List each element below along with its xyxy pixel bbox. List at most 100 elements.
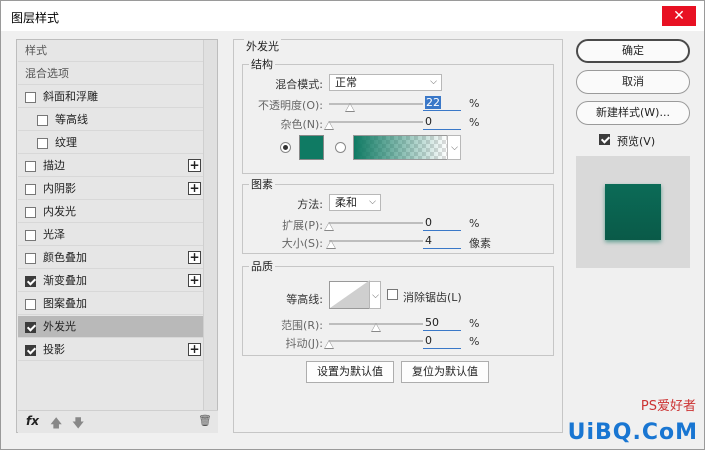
jitter-input[interactable]: 0 (423, 333, 461, 349)
style-item-label: 等高线 (55, 113, 88, 126)
style-item[interactable]: 颜色叠加 + (18, 247, 204, 269)
style-item[interactable]: 等高线 (18, 109, 204, 131)
noise-unit: % (469, 116, 480, 129)
contour-label: 等高线: (286, 293, 323, 306)
antialias-checkbox[interactable] (387, 289, 398, 300)
noise-input[interactable]: 0 (423, 114, 461, 130)
style-checkbox[interactable] (37, 138, 48, 149)
size-slider-thumb[interactable] (325, 240, 336, 249)
structure-title: 结构 (249, 56, 275, 72)
style-item-label: 混合选项 (25, 67, 69, 80)
spread-input[interactable]: 0 (423, 215, 461, 231)
style-item[interactable]: 样式 (18, 40, 204, 62)
style-item[interactable]: 图案叠加 (18, 293, 204, 315)
layer-style-dialog: 图层样式 ✕ 样式 混合选项 斜面和浮雕 等高线 纹理 描边 + 内阴影 + 内发光 光泽 颜色叠加 +… (0, 0, 705, 450)
style-item[interactable]: 投影 + (18, 339, 204, 361)
noise-slider-track[interactable] (329, 121, 423, 123)
style-checkbox[interactable] (25, 345, 36, 356)
spread-label: 扩展(P): (282, 219, 323, 232)
style-checkbox[interactable] (25, 230, 36, 241)
size-unit: 像素 (469, 237, 491, 250)
gradient-radio[interactable] (335, 142, 346, 153)
style-checkbox[interactable] (25, 184, 36, 195)
size-input[interactable]: 4 (423, 233, 461, 249)
style-item-label: 光泽 (43, 228, 65, 241)
style-item[interactable]: 斜面和浮雕 (18, 86, 204, 108)
preview-checkbox[interactable] (599, 134, 610, 145)
style-list-scrollbar[interactable] (203, 40, 217, 410)
style-checkbox[interactable] (25, 92, 36, 103)
spread-slider-thumb[interactable] (324, 222, 334, 231)
style-item-label: 颜色叠加 (43, 251, 87, 264)
solid-color-radio[interactable] (280, 142, 291, 153)
close-button[interactable]: ✕ (662, 6, 696, 26)
contour-dropdown[interactable]: ⌵ (369, 281, 381, 309)
method-value: 柔和 (335, 196, 357, 209)
method-select[interactable]: 柔和 ⌵ (329, 194, 381, 211)
new-style-button[interactable]: 新建样式(W)... (576, 101, 690, 125)
glow-gradient-picker[interactable] (353, 135, 448, 160)
style-item-label: 斜面和浮雕 (43, 90, 98, 103)
reset-default-button[interactable]: 复位为默认值 (401, 361, 489, 383)
style-checkbox[interactable] (25, 161, 36, 172)
method-label: 方法: (297, 198, 323, 211)
jitter-slider-thumb[interactable] (324, 340, 334, 349)
move-up-icon[interactable]: 🡅 (50, 414, 62, 435)
elements-title: 图素 (249, 176, 275, 192)
add-icon[interactable]: + (188, 274, 201, 287)
style-checkbox[interactable] (25, 322, 36, 333)
structure-group: 结构 混合模式: 正常 ⌵ 不透明度(O): 22 % 杂色(N): 0 % ⌵ (242, 56, 554, 174)
style-item-label: 外发光 (43, 320, 76, 333)
style-item[interactable]: 描边 + (18, 155, 204, 177)
style-checkbox[interactable] (25, 253, 36, 264)
glow-color-swatch[interactable] (299, 135, 324, 160)
panel-title: 外发光 (244, 38, 281, 54)
range-input[interactable]: 50 (423, 315, 461, 331)
watermark-logo: UiBQ.CoM (567, 420, 698, 445)
add-icon[interactable]: + (188, 182, 201, 195)
chevron-down-icon: ⌵ (372, 291, 379, 301)
style-item[interactable]: 纹理 (18, 132, 204, 154)
style-list-panel: 样式 混合选项 斜面和浮雕 等高线 纹理 描边 + 内阴影 + 内发光 光泽 颜色叠加 + 渐变叠加 + 图案… (16, 39, 218, 433)
style-item-label: 描边 (43, 159, 65, 172)
cancel-button[interactable]: 取消 (576, 70, 690, 94)
style-item[interactable]: 光泽 (18, 224, 204, 246)
trash-icon[interactable]: 🗑 (198, 414, 212, 427)
style-checkbox[interactable] (25, 207, 36, 218)
add-icon[interactable]: + (188, 251, 201, 264)
set-default-button[interactable]: 设置为默认值 (306, 361, 394, 383)
style-checkbox[interactable] (25, 276, 36, 287)
jitter-slider-track[interactable] (329, 340, 423, 342)
opacity-slider-track[interactable] (329, 103, 423, 105)
quality-title: 品质 (249, 258, 275, 274)
style-checkbox[interactable] (37, 115, 48, 126)
noise-slider-thumb[interactable] (324, 121, 334, 130)
fx-button[interactable]: fx (26, 414, 39, 428)
style-checkbox[interactable] (25, 299, 36, 310)
spread-slider-track[interactable] (329, 222, 423, 224)
add-icon[interactable]: + (188, 159, 201, 172)
contour-picker[interactable] (329, 280, 370, 309)
ok-button[interactable]: 确定 (576, 39, 690, 63)
style-item[interactable]: 内阴影 + (18, 178, 204, 200)
style-item[interactable]: 内发光 (18, 201, 204, 223)
style-item-label: 内发光 (43, 205, 76, 218)
size-slider-track[interactable] (329, 240, 423, 242)
move-down-icon[interactable]: 🡇 (72, 414, 84, 435)
blend-mode-select[interactable]: 正常 ⌵ (329, 74, 442, 91)
opacity-slider-thumb[interactable] (344, 103, 355, 112)
range-slider-thumb[interactable] (371, 323, 381, 332)
style-item-label: 图案叠加 (43, 297, 87, 310)
size-label: 大小(S): (281, 237, 323, 250)
opacity-input[interactable]: 22 (423, 95, 461, 111)
blend-mode-label: 混合模式: (275, 78, 323, 91)
style-list-toolbar: fx 🡅 🡇 🗑 (18, 410, 218, 433)
style-item[interactable]: 渐变叠加 + (18, 270, 204, 292)
gradient-dropdown[interactable]: ⌵ (447, 135, 461, 160)
elements-group: 图素 方法: 柔和 ⌵ 扩展(P): 0 % 大小(S): 4 像素 (242, 176, 554, 254)
style-item[interactable]: 外发光 (18, 316, 204, 338)
add-icon[interactable]: + (188, 343, 201, 356)
style-item[interactable]: 混合选项 (18, 63, 204, 85)
opacity-unit: % (469, 97, 480, 110)
range-label: 范围(R): (281, 319, 323, 332)
